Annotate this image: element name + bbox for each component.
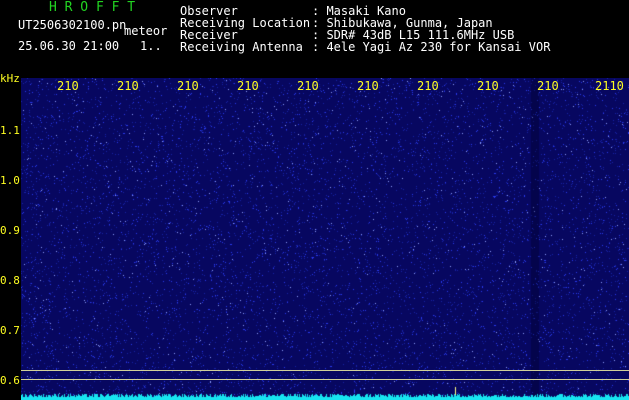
spectrogram-noise	[21, 78, 629, 400]
y-tick-0.6: 0.6	[0, 374, 20, 387]
y-tick-0.8: 0.8	[0, 274, 20, 287]
reference-line-lower	[21, 379, 629, 380]
reference-line-upper	[21, 370, 629, 371]
x-tick-1: 210	[57, 79, 79, 93]
y-tick-0.7: 0.7	[0, 324, 20, 337]
spectrogram	[21, 78, 629, 400]
page-indicator: 1..	[140, 39, 162, 53]
x-tick-6: 210	[357, 79, 379, 93]
y-unit-label: kHz	[0, 72, 20, 85]
x-tick-3: 210	[177, 79, 199, 93]
antenna-value: : 4ele Yagi Az 230 for Kansai VOR	[312, 40, 551, 54]
program-name: H R O F F T	[49, 0, 136, 15]
x-tick-7: 210	[417, 79, 439, 93]
y-tick-0.9: 0.9	[0, 224, 20, 237]
y-tick-1.0: 1.0	[0, 174, 20, 187]
x-tick-5: 210	[297, 79, 319, 93]
antenna-label: Receiving Antenna	[180, 40, 303, 54]
x-tick-10: 2110	[595, 79, 624, 93]
y-tick-1.1: 1.1	[0, 124, 20, 137]
x-tick-2: 210	[117, 79, 139, 93]
mode-label: meteor	[124, 24, 168, 38]
filename-label: UT2506302100.pn	[18, 18, 127, 32]
x-tick-4: 210	[237, 79, 259, 93]
x-tick-8: 210	[477, 79, 499, 93]
x-tick-9: 210	[537, 79, 559, 93]
timestamp-label: 25.06.30 21:00	[18, 39, 120, 53]
